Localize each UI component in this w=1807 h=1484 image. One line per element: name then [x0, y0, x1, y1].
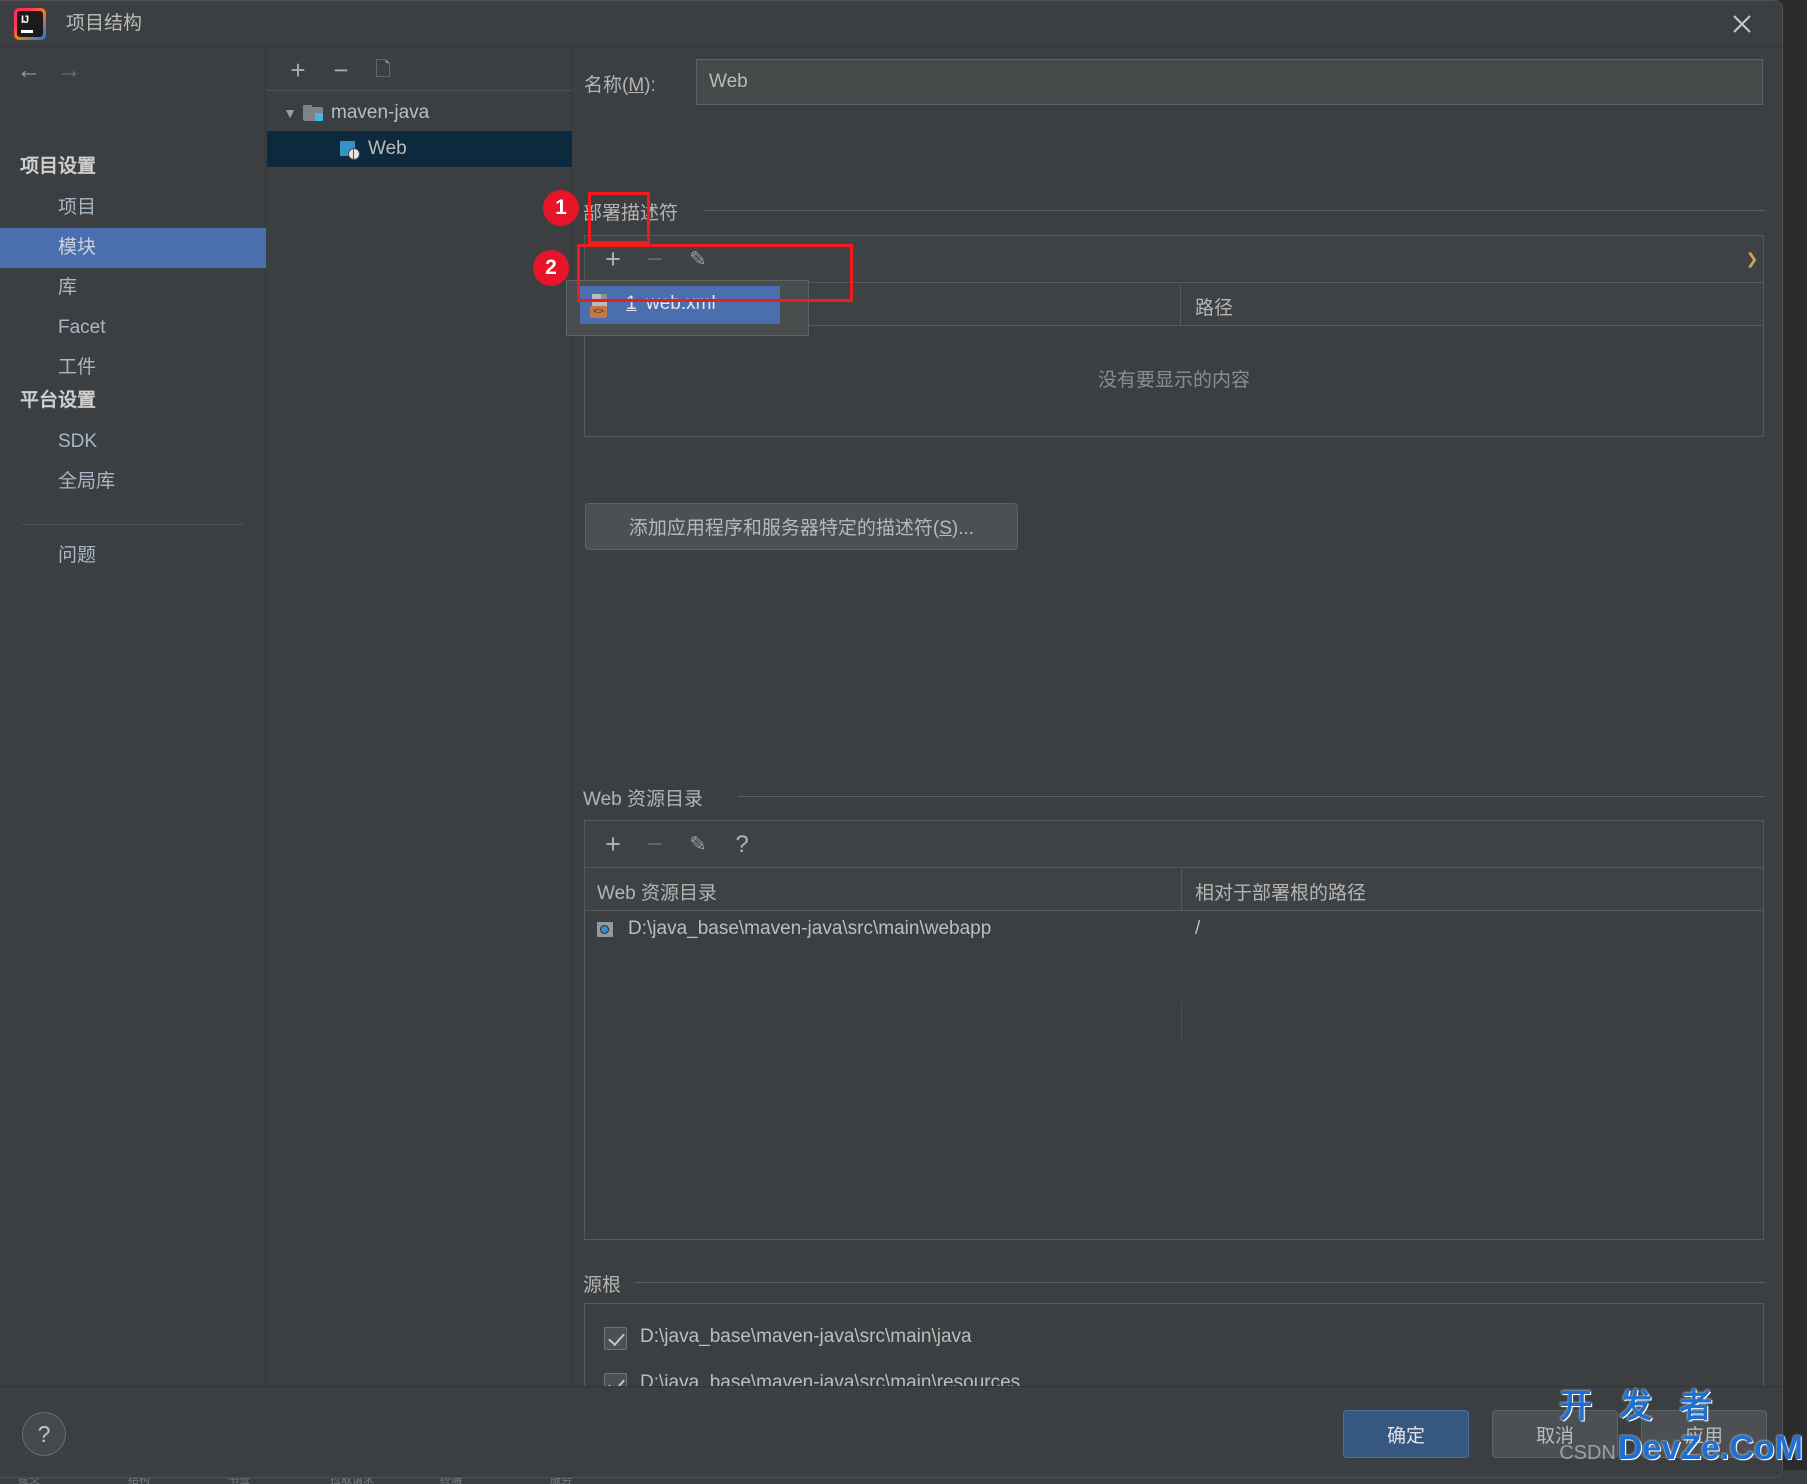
web-resource-relative-path-value: /: [1195, 918, 1201, 939]
screenshot-root: 🐝 提交 结构 书签 拉取请求 终端 服务 IJ 项目结构 ←: [0, 0, 1807, 1484]
nav-group-title-platform: 平台设置: [20, 390, 97, 411]
sidebar-item-global-libraries[interactable]: 全局库: [0, 462, 266, 502]
settings-sidebar: ← → 项目设置 项目 模块 库 Facet 工件 平台设置 SDK 全局库 问…: [0, 48, 266, 1385]
module-tree-panel: + − 🗋 ▼ maven-java Web: [267, 48, 572, 1385]
pencil-icon[interactable]: ✎: [681, 244, 715, 275]
project-structure-dialog: IJ 项目结构 ← → 项目设置 项目 模块 库 Facet 工件 平台设置 S…: [0, 0, 1783, 1478]
add-application-server-descriptor-button[interactable]: 添加应用程序和服务器特定的描述符(S)...: [585, 503, 1018, 550]
deployment-descriptor-group-divider: [703, 210, 1765, 211]
dialog-button-bar: ? 确定 取消 应用: [0, 1386, 1782, 1477]
pencil-icon[interactable]: ✎: [681, 829, 715, 860]
help-button[interactable]: ?: [22, 1412, 66, 1456]
web-resource-directories-table-header: Web 资源目录 相对于部署根的路径: [585, 869, 1763, 911]
sidebar-item-project[interactable]: 项目: [0, 188, 266, 228]
popup-item-label: web.xml: [646, 293, 716, 314]
web-resource-directories-group-label: Web 资源目录: [583, 789, 704, 810]
sidebar-item-artifacts[interactable]: 工件: [0, 348, 266, 388]
web-resource-directories-group-divider: [738, 796, 1765, 797]
deployment-descriptor-group-label: 部署描述符: [583, 203, 679, 224]
tree-node-web[interactable]: Web: [267, 131, 572, 167]
deployment-descriptor-empty-message: 没有要显示的内容: [1097, 370, 1250, 391]
annotation-badge-2: 2: [533, 250, 569, 286]
arrow-right-icon[interactable]: →: [52, 56, 86, 84]
cancel-button[interactable]: 取消: [1492, 1410, 1618, 1458]
deployment-descriptor-add-button[interactable]: +: [596, 244, 630, 275]
arrow-left-icon[interactable]: ←: [12, 56, 46, 84]
close-icon[interactable]: [1725, 7, 1759, 41]
question-icon[interactable]: ?: [725, 829, 759, 860]
tree-node-label: Web: [368, 138, 407, 159]
web-resource-add-button[interactable]: +: [596, 829, 630, 860]
web-resource-directory-value: D:\java_base\maven-java\src\main\webapp: [628, 918, 992, 939]
tree-node-maven-java[interactable]: ▼ maven-java: [267, 95, 572, 131]
module-tree-toolbar: + − 🗋: [267, 48, 572, 91]
module-name-input[interactable]: [696, 59, 1763, 105]
popup-item-mnemonic: 1: [626, 293, 637, 314]
module-settings-content: 名称(M): 部署描述符 + − ✎ ❯ 路径 没有要显示的内容: [566, 48, 1782, 1435]
table-row[interactable]: D:\java_base\maven-java\src\main\webapp …: [585, 912, 1763, 1042]
sidebar-item-libraries[interactable]: 库: [0, 268, 266, 308]
deployment-descriptor-col-path: 路径: [1195, 298, 1234, 319]
background-ide-right-strip: 🐝: [1780, 0, 1807, 1484]
name-field-label: 名称(M):: [584, 75, 656, 96]
dialog-titlebar: IJ 项目结构: [0, 1, 1782, 47]
column-divider: [1181, 869, 1182, 910]
deployment-descriptor-toolbar: + − ✎ ❯: [585, 236, 1763, 283]
sidebar-divider: [22, 524, 244, 525]
sidebar-item-facets[interactable]: Facet: [0, 308, 266, 348]
module-folder-icon: [303, 105, 323, 121]
xml-file-icon: <>: [590, 294, 614, 318]
annotation-badge-1: 1: [543, 190, 579, 226]
web-resource-directories-panel: + − ✎ ? Web 资源目录 相对于部署根的路径 D:\java_base\…: [584, 820, 1764, 1240]
chevron-down-icon[interactable]: ▼: [281, 95, 299, 131]
ok-button[interactable]: 确定: [1343, 1410, 1469, 1458]
directory-icon: [597, 921, 617, 939]
web-resource-col-directory: Web 资源目录: [597, 883, 718, 904]
add-module-button[interactable]: +: [282, 55, 314, 85]
deployment-descriptor-panel: + − ✎ ❯ 路径 没有要显示的内容: [584, 235, 1764, 437]
deployment-descriptor-popup-menu: <> 1 web.xml: [566, 280, 809, 336]
chevron-right-icon[interactable]: ❯: [1745, 252, 1759, 268]
sidebar-item-modules[interactable]: 模块: [0, 228, 266, 268]
remove-module-button[interactable]: −: [325, 55, 357, 85]
source-roots-group-divider: [635, 1282, 1765, 1283]
source-roots-group-label: 源根: [583, 1275, 622, 1296]
web-resource-directories-toolbar: + − ✎ ?: [585, 821, 1763, 868]
web-resource-remove-button[interactable]: −: [638, 829, 672, 860]
nav-group-title-project: 项目设置: [20, 156, 97, 177]
tree-node-label: maven-java: [331, 102, 430, 123]
source-root-row-java[interactable]: D:\java_base\maven-java\src\main\java: [585, 1316, 1763, 1362]
web-facet-icon: [340, 141, 360, 160]
sidebar-item-problems[interactable]: 问题: [0, 536, 266, 576]
deployment-descriptor-popup-webxml[interactable]: <> 1 web.xml: [580, 286, 780, 324]
web-resource-col-relative-path: 相对于部署根的路径: [1195, 883, 1367, 904]
apply-button[interactable]: 应用: [1641, 1410, 1767, 1458]
sidebar-item-sdks[interactable]: SDK: [0, 422, 266, 462]
dialog-title: 项目结构: [66, 13, 143, 34]
deployment-descriptor-remove-button[interactable]: −: [638, 244, 672, 275]
copy-icon[interactable]: 🗋: [367, 55, 399, 85]
sidebar-nav-arrows: ← →: [0, 48, 266, 92]
source-root-path: D:\java_base\maven-java\src\main\java: [640, 1326, 972, 1347]
intellij-idea-icon: IJ: [14, 8, 46, 40]
source-root-checkbox[interactable]: [604, 1327, 627, 1350]
